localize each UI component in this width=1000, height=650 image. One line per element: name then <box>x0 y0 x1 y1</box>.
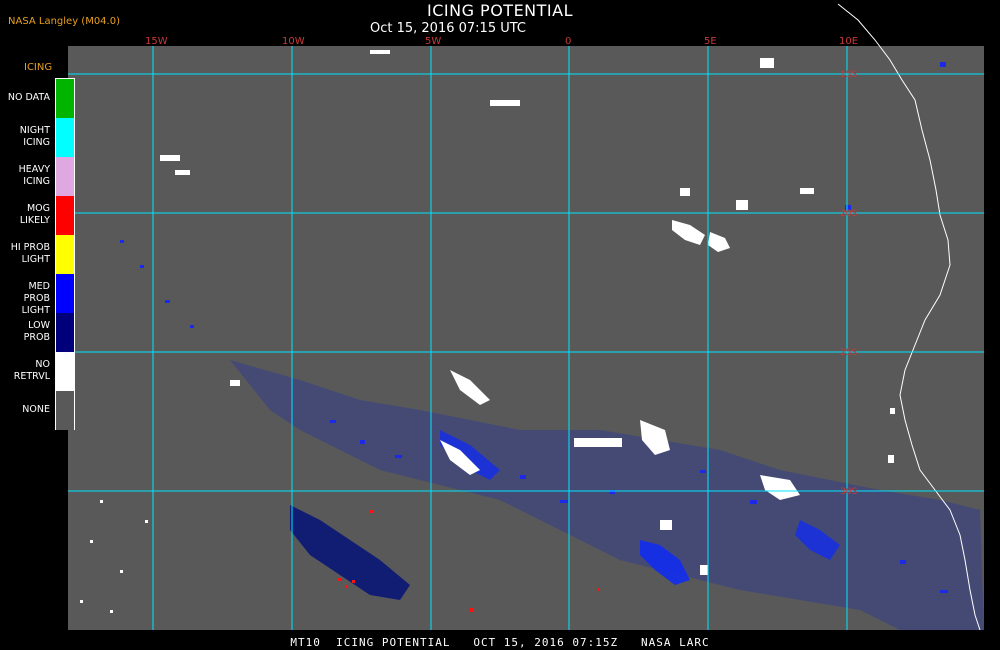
legend-label: LOW PROB <box>23 319 50 343</box>
legend-label: NONE <box>22 403 50 415</box>
legend-label: MOG LIKELY <box>19 202 50 226</box>
legend-label: NIGHT ICING <box>19 124 50 148</box>
legend-label: MED PROB LIGHT <box>21 280 50 316</box>
legend-label: NO DATA <box>7 91 50 103</box>
legend-label: HEAVY ICING <box>18 163 50 187</box>
legend-label: NO RETRVL <box>13 358 50 382</box>
legend-labels: NO DATA NIGHT ICING HEAVY ICING MOG LIKELY H… <box>0 0 1000 650</box>
legend-label: HI PROB LIGHT <box>10 241 50 265</box>
footer-caption: MT10 ICING POTENTIAL OCT 15, 2016 07:15Z… <box>290 636 710 649</box>
